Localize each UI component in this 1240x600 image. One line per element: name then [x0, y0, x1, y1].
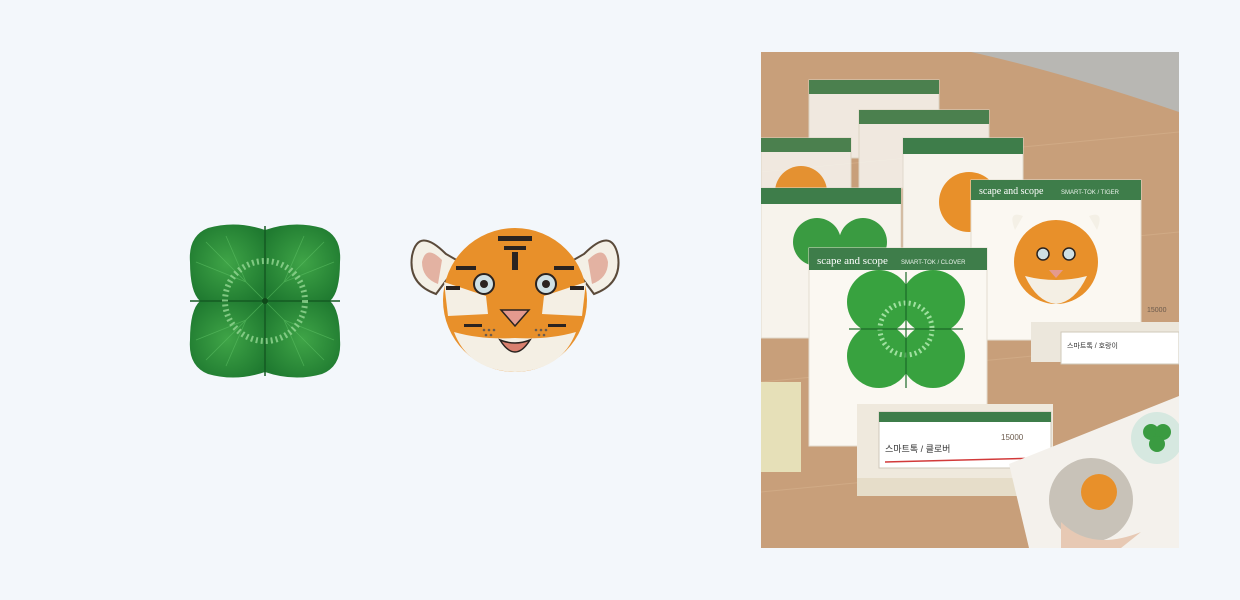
page-canvas: scape and scope SMART-TOK / TIGER 15000 …	[0, 0, 1240, 600]
tiger-brand-label: scape and scope	[979, 186, 1044, 197]
clover-card-title: 스마트톡 / 클로버	[885, 444, 950, 454]
clover-sku-label: SMART-TOK / CLOVER	[901, 260, 966, 266]
clover-smart-tok-illustration	[186, 222, 344, 380]
clover-price-label: 15000	[1001, 433, 1024, 442]
tiger-smart-tok-illustration	[408, 222, 622, 374]
clover-brand-label: scape and scope	[817, 255, 888, 267]
tiger-price-label: 15000	[1147, 307, 1167, 314]
tiger-sku-label: SMART-TOK / TIGER	[1061, 190, 1120, 196]
tiger-card-title: 스마트톡 / 호랑이	[1067, 341, 1118, 350]
product-display-photo: scape and scope SMART-TOK / TIGER 15000 …	[761, 52, 1179, 548]
